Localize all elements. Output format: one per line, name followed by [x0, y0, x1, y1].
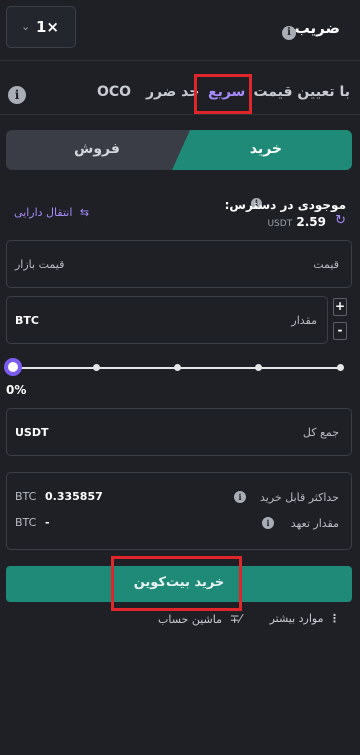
amount-field[interactable]: مقدار BTC — [6, 296, 328, 344]
chevron-down-icon: ⌄ — [21, 20, 31, 33]
commit-label: مقدار تعهد — [290, 517, 339, 530]
sell-tab-label: فروش — [74, 141, 120, 157]
amount-unit: BTC — [15, 314, 39, 327]
calculator-icon: ∓⁄ — [229, 612, 242, 626]
amount-plus-button[interactable]: + — [333, 298, 347, 316]
refresh-icon[interactable]: ↻ — [335, 213, 346, 228]
slider-percent: 0% — [6, 383, 27, 397]
more-label: موارد بیشتر — [269, 612, 324, 625]
tab-oco[interactable]: OCO — [97, 84, 131, 100]
amount-label: مقدار — [291, 314, 317, 327]
slider-step-100[interactable] — [337, 364, 344, 371]
max-buy-info-icon[interactable]: i — [234, 491, 246, 503]
highlight-box-buy-button — [111, 556, 242, 611]
commit-value: - — [45, 516, 50, 529]
leverage-title: ضریب — [294, 19, 340, 37]
price-field[interactable]: قیمت قیمت بازار — [6, 240, 352, 288]
tab-stop-loss[interactable]: حد ضرر — [146, 84, 199, 100]
transfer-link[interactable]: انتقال دارایی ⇆ — [14, 206, 89, 219]
calculator-label: ماشین حساب — [158, 613, 222, 626]
price-value: قیمت بازار — [15, 258, 65, 271]
slider-step-50[interactable] — [174, 364, 181, 371]
leverage-value: 1× — [35, 18, 59, 36]
max-buy-label: حداکثر قابل خرید — [260, 491, 339, 504]
more-vertical-icon: ⋮ — [329, 612, 340, 625]
commit-unit: BTC — [15, 516, 37, 529]
highlight-box-quick-tab — [194, 74, 252, 114]
balance-unit: USDT — [267, 219, 293, 229]
price-label: قیمت — [313, 258, 339, 271]
more-options-link[interactable]: موارد بیشتر ⋮ — [270, 612, 340, 625]
max-buy-value: 0.335857 — [45, 490, 103, 503]
transfer-label: انتقال دارایی — [14, 206, 73, 219]
total-label: جمع کل — [302, 426, 339, 439]
commit-info-icon[interactable]: i — [262, 517, 274, 529]
slider-step-75[interactable] — [255, 364, 262, 371]
balance-label: موجودی در دسترس: — [224, 198, 346, 212]
divider — [0, 60, 360, 61]
max-buy-unit: BTC — [15, 490, 37, 503]
total-field[interactable]: جمع کل USDT — [6, 408, 352, 456]
slider-step-25[interactable] — [93, 364, 100, 371]
leverage-select[interactable]: 1× ⌄ — [6, 6, 76, 48]
total-unit: USDT — [15, 426, 49, 439]
buy-tab-label: خرید — [249, 141, 282, 157]
divider — [0, 114, 360, 115]
tab-limit[interactable]: با تعیین قیمت — [253, 84, 350, 100]
transfer-arrows-icon: ⇆ — [79, 206, 90, 219]
balance-amount: 2.59 — [296, 215, 326, 229]
calculator-link[interactable]: ماشین حساب ∓⁄ — [158, 612, 242, 626]
slider-handle[interactable] — [4, 358, 22, 376]
order-type-info-icon[interactable]: i — [8, 86, 26, 104]
balance-value: USDT 2.59 — [264, 215, 326, 229]
buy-sell-switch: فروش خرید — [6, 130, 352, 170]
amount-minus-button[interactable]: - — [333, 322, 347, 340]
order-summary-box: حداکثر قابل خرید i BTC 0.335857 مقدار تع… — [6, 472, 352, 550]
